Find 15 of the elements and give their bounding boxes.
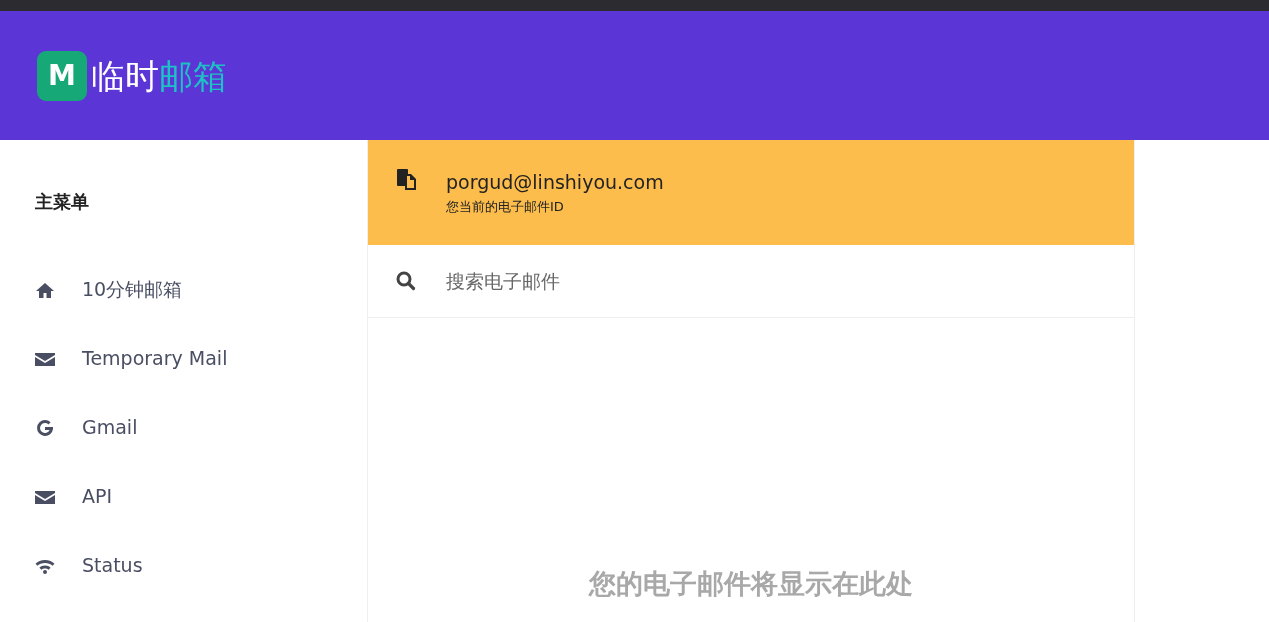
menu-link[interactable]: 10分钟邮箱: [35, 255, 367, 324]
menu-link[interactable]: API: [35, 462, 367, 531]
logo-text: 临时: [91, 55, 159, 96]
email-address: porgud@linshiyou.com: [446, 170, 664, 195]
email-caption: 您当前的电子邮件ID: [446, 197, 565, 216]
logo-text: 邮箱: [159, 55, 227, 96]
menu-title: 主菜单: [35, 190, 90, 214]
menu-link[interactable]: Temporary Mail: [35, 324, 367, 393]
menu-link[interactable]: Gmail: [35, 393, 367, 462]
logo-mark: M: [37, 50, 87, 101]
search-icon: [396, 271, 416, 291]
copy-icon[interactable]: [396, 168, 418, 190]
empty-inbox-message: 您的电子邮件将显示在此处: [589, 566, 913, 601]
g-letter-icon: [35, 417, 55, 438]
menu-link[interactable]: Status: [35, 531, 367, 600]
